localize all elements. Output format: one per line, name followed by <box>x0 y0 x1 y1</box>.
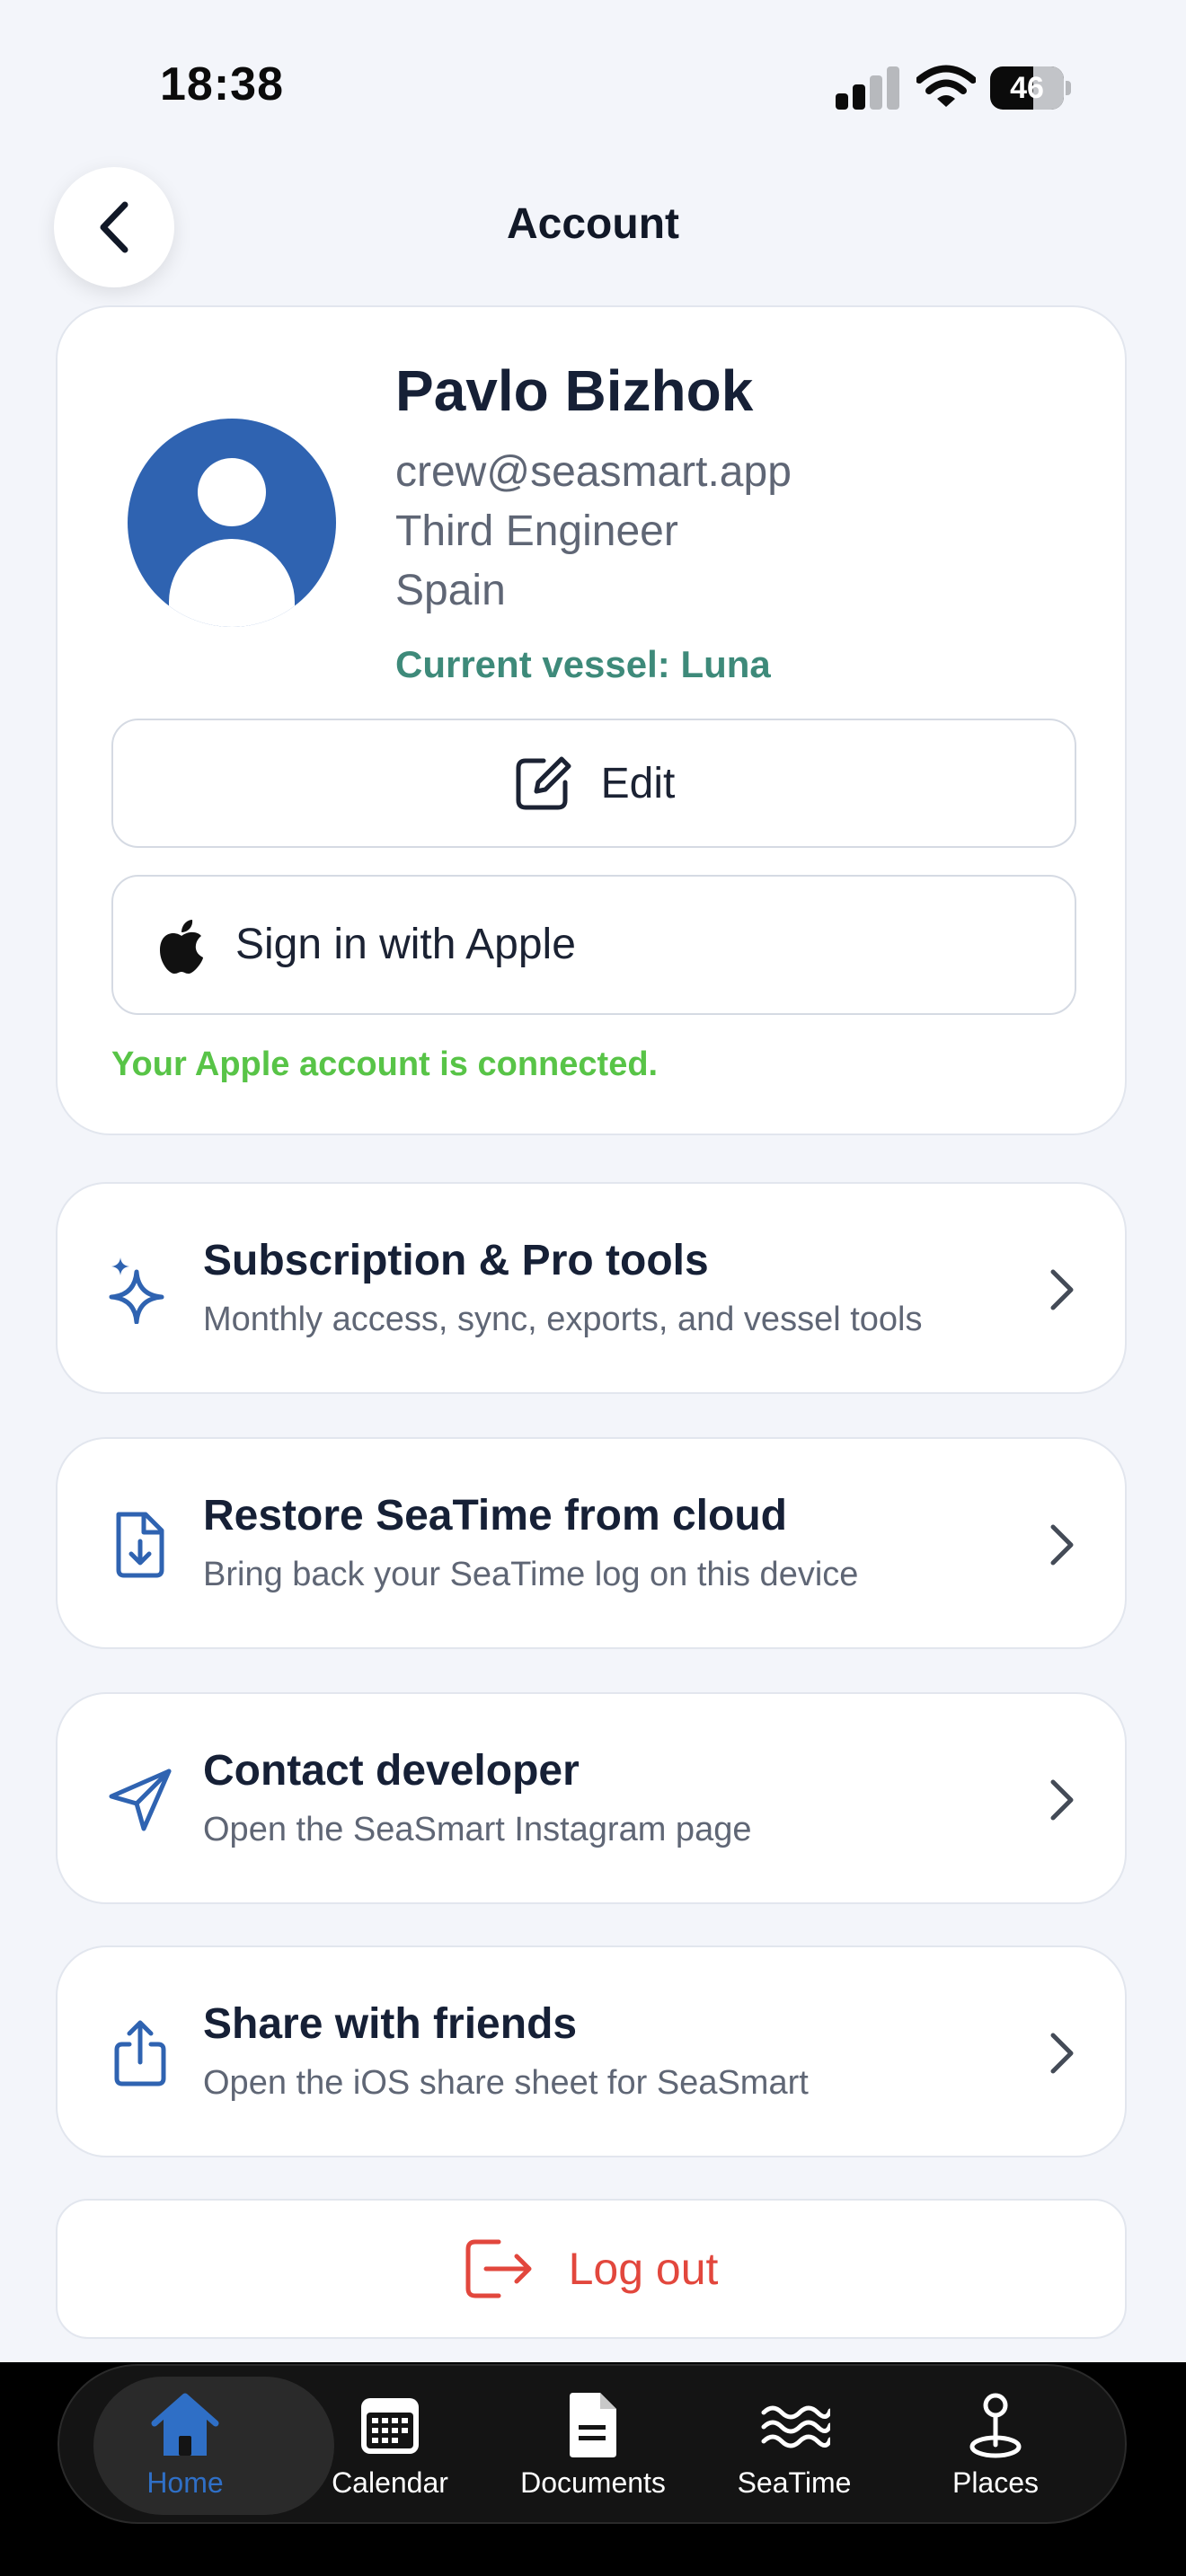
chevron-right-icon <box>1050 1779 1074 1821</box>
share-subtitle: Open the iOS share sheet for SeaSmart <box>203 2064 809 2102</box>
tab-seatime-label: SeaTime <box>737 2466 852 2499</box>
restore-subtitle: Bring back your SeaTime log on this devi… <box>203 1556 859 1593</box>
edit-icon <box>516 756 571 810</box>
profile-name: Pavlo Bizhok <box>395 358 754 423</box>
tab-seatime[interactable]: SeaTime <box>692 2366 897 2526</box>
restore-seatime-row[interactable]: Restore SeaTime from cloud Bring back yo… <box>56 1437 1127 1649</box>
subscription-row[interactable]: Subscription & Pro tools Monthly access,… <box>56 1182 1127 1394</box>
chevron-right-icon <box>1050 1269 1074 1310</box>
battery-level: 46 <box>1010 71 1044 105</box>
logout-label: Log out <box>568 2244 719 2294</box>
battery-icon: 46 <box>990 66 1071 110</box>
edit-profile-button[interactable]: Edit <box>111 719 1076 848</box>
tab-home-label: Home <box>146 2466 224 2499</box>
tab-documents-label: Documents <box>520 2466 666 2499</box>
page-title: Account <box>507 200 679 248</box>
sign-in-with-apple-button[interactable]: Sign in with Apple <box>111 875 1076 1015</box>
contact-developer-row[interactable]: Contact developer Open the SeaSmart Inst… <box>56 1692 1127 1904</box>
wifi-icon <box>916 65 976 107</box>
logout-icon <box>465 2239 532 2298</box>
apple-sign-in-label: Sign in with Apple <box>235 921 576 968</box>
tab-calendar[interactable]: Calendar <box>288 2366 492 2526</box>
document-icon <box>570 2393 616 2457</box>
profile-card: Pavlo Bizhok crew@seasmart.app Third Eng… <box>56 305 1127 1135</box>
tab-documents[interactable]: Documents <box>491 2366 695 2526</box>
tab-places-label: Places <box>951 2466 1040 2499</box>
apple-logo-icon <box>160 920 203 974</box>
subscription-title: Subscription & Pro tools <box>203 1237 709 1284</box>
paper-plane-icon <box>109 1769 172 1831</box>
current-vessel: Current vessel: Luna <box>395 643 771 685</box>
status-icons: 46 <box>836 61 1078 115</box>
chevron-right-icon <box>1050 1524 1074 1566</box>
waves-icon <box>761 2405 830 2448</box>
document-download-icon <box>116 1512 164 1578</box>
account-screen: 18:38 46 Account Pavlo Bizhok crew@seasm… <box>0 0 1186 2576</box>
profile-country: Spain <box>395 567 506 614</box>
map-pin-icon <box>969 2393 1022 2458</box>
edit-label: Edit <box>600 759 676 807</box>
logout-button[interactable]: Log out <box>56 2199 1127 2339</box>
contact-title: Contact developer <box>203 1747 580 1795</box>
share-with-friends-row[interactable]: Share with friends Open the iOS share sh… <box>56 1945 1127 2157</box>
restore-title: Restore SeaTime from cloud <box>203 1492 787 1539</box>
cellular-signal-icon <box>836 66 900 110</box>
share-title: Share with friends <box>203 2000 578 2048</box>
apple-connected-status: Your Apple account is connected. <box>111 1045 659 1083</box>
tab-calendar-label: Calendar <box>332 2466 448 2499</box>
chevron-right-icon <box>1050 2033 1074 2074</box>
tab-home[interactable]: Home <box>83 2366 334 2526</box>
profile-rank: Third Engineer <box>395 507 678 555</box>
avatar <box>128 419 336 627</box>
share-icon <box>114 2020 166 2086</box>
tab-places[interactable]: Places <box>893 2366 1098 2526</box>
contact-subtitle: Open the SeaSmart Instagram page <box>203 1811 752 1848</box>
subscription-subtitle: Monthly access, sync, exports, and vesse… <box>203 1301 923 1338</box>
sparkles-icon <box>109 1257 164 1324</box>
tab-bar: Home Calendar Documents SeaTime Places <box>58 2364 1127 2524</box>
profile-email: crew@seasmart.app <box>395 448 792 496</box>
status-time: 18:38 <box>160 58 284 110</box>
home-icon <box>151 2393 219 2456</box>
calendar-icon <box>361 2398 419 2454</box>
